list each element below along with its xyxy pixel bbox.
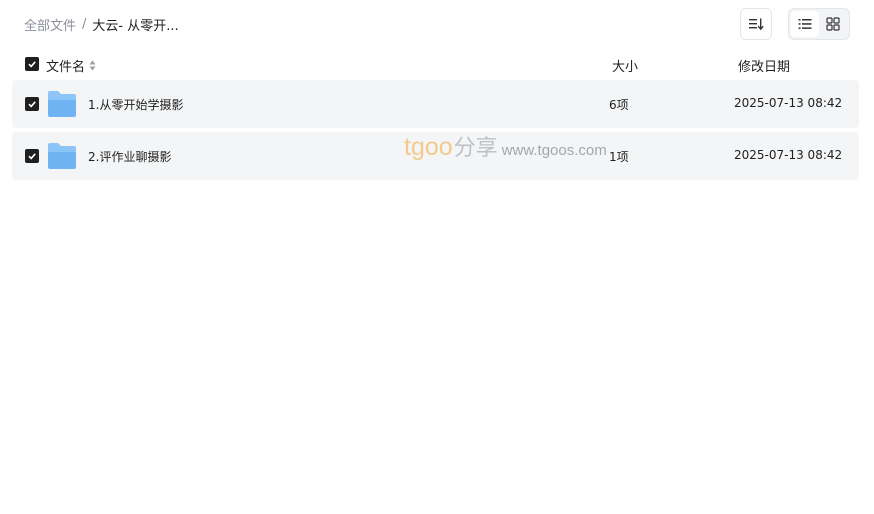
sort-list-icon	[749, 18, 764, 31]
file-size: 1项	[609, 150, 629, 164]
view-toggle-group	[788, 8, 850, 40]
column-header-date[interactable]: 修改日期	[738, 56, 790, 75]
file-date: 2025-07-13 08:42	[734, 148, 843, 162]
select-all-checkbox[interactable]	[25, 57, 39, 71]
sort-button[interactable]	[740, 8, 772, 40]
file-name[interactable]: 2.评作业聊摄影	[88, 148, 171, 165]
column-header-size[interactable]: 大小	[612, 56, 638, 75]
column-header-name[interactable]: 文件名	[46, 56, 96, 75]
row-checkbox[interactable]	[25, 97, 39, 111]
grid-view-icon	[826, 17, 840, 31]
file-date: 2025-07-13 08:42	[734, 96, 843, 110]
table-row[interactable]: 1.从零开始学摄影 6项 2025-07-13 08:42	[12, 80, 859, 128]
file-size: 6项	[609, 98, 629, 112]
breadcrumb-separator: /	[82, 16, 87, 32]
sort-caret-icon	[89, 60, 96, 71]
grid-view-button[interactable]	[819, 11, 847, 37]
breadcrumb: 全部文件 / 大云- 从零开...	[24, 14, 179, 34]
list-view-icon	[798, 19, 812, 29]
check-icon	[28, 153, 36, 160]
table-row[interactable]: 2.评作业聊摄影 1项 2025-07-13 08:42	[12, 132, 859, 180]
check-icon	[28, 101, 36, 108]
breadcrumb-root-link[interactable]: 全部文件	[24, 15, 76, 34]
check-icon	[28, 61, 36, 68]
row-checkbox[interactable]	[25, 149, 39, 163]
file-name[interactable]: 1.从零开始学摄影	[88, 96, 183, 113]
folder-icon	[48, 143, 76, 169]
folder-icon	[48, 91, 76, 117]
breadcrumb-current: 大云- 从零开...	[92, 18, 179, 34]
column-header-name-label: 文件名	[46, 60, 86, 75]
table-header: 文件名 大小 修改日期	[12, 50, 859, 78]
list-view-button[interactable]	[791, 11, 819, 37]
